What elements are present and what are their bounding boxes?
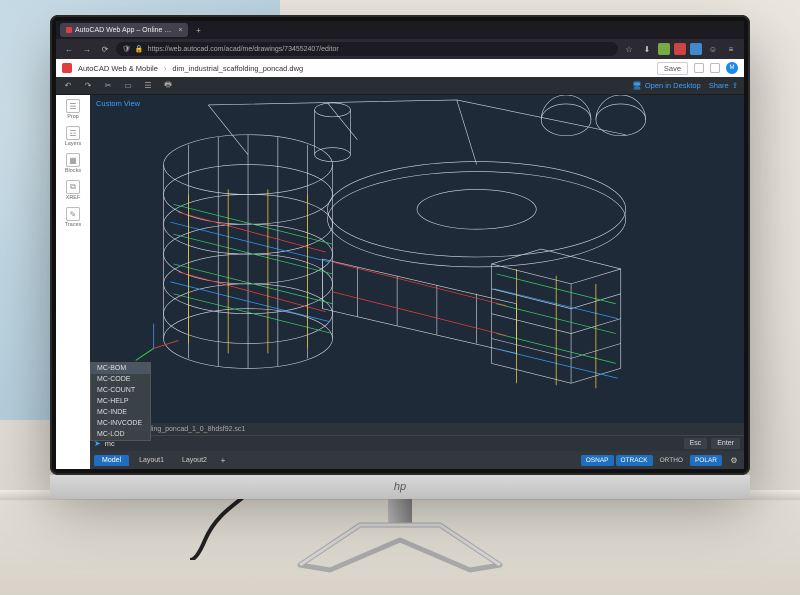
hamburger-menu-icon[interactable]: ≡ (724, 42, 738, 56)
extension-icon[interactable] (674, 43, 686, 55)
sidebar-item-prop[interactable]: ☰Prop (59, 99, 87, 120)
reload-button[interactable]: ⟳ (98, 42, 112, 56)
command-input[interactable] (105, 439, 680, 448)
monitor-bezel-logo: hp (50, 475, 750, 499)
bottom-bar: Model Layout1 Layout2 + OSNAP OTRACK ORT… (90, 451, 744, 469)
desktop-icon: 🖥 (632, 81, 642, 90)
extension-icon[interactable] (658, 43, 670, 55)
close-tab-icon[interactable]: × (178, 27, 182, 34)
properties-icon: ☰ (66, 99, 80, 113)
command-line: ➤ Esc Enter (90, 435, 744, 451)
toggle-otrack[interactable]: OTRACK (616, 455, 653, 466)
undo-icon[interactable]: ↶ (62, 80, 74, 92)
app-toolbar: ↶ ↷ ✂ ▭ ☰ 🖶 🖥 Open in Desktop Share ⇪ (56, 77, 744, 95)
browser-tab[interactable]: AutoCAD Web App – Online … × (60, 23, 188, 37)
sidebar-item-blocks[interactable]: ▦Blocks (59, 153, 87, 174)
lock-icon: 🔒 (135, 45, 144, 53)
autocad-logo-icon[interactable] (62, 63, 72, 73)
back-button[interactable]: ← (62, 42, 76, 56)
avatar[interactable]: M (726, 62, 738, 74)
workspace: ☰Prop ☲Layers ▦Blocks ⧉XREF ✎Traces Cust… (56, 95, 744, 469)
extension-icon[interactable] (690, 43, 702, 55)
traces-icon: ✎ (66, 207, 80, 221)
autocomplete-item[interactable]: MC-COUNT (91, 385, 150, 396)
share-link[interactable]: Share ⇪ (709, 81, 738, 90)
forward-button[interactable]: → (80, 42, 94, 56)
print-icon[interactable]: 🖶 (162, 80, 174, 92)
new-tab-button[interactable]: + (192, 24, 204, 36)
layers-icon[interactable]: ☰ (142, 80, 154, 92)
cut-icon[interactable]: ✂ (102, 80, 114, 92)
autocomplete-item[interactable]: MC-HELP (91, 396, 150, 407)
browser-tabstrip: AutoCAD Web App – Online … × + (56, 21, 744, 39)
autocad-favicon (66, 27, 72, 33)
autocomplete-item[interactable]: MC-INVCODE (91, 418, 150, 429)
share-icon: ⇪ (732, 81, 738, 90)
canvas[interactable] (90, 95, 744, 423)
sidebar-item-layers[interactable]: ☲Layers (59, 126, 87, 147)
layout-tab[interactable]: Layout2 (174, 455, 215, 466)
url-text: https://web.autocad.com/acad/me/drawings… (148, 46, 339, 53)
account-icon[interactable]: ☺ (706, 42, 720, 56)
app-header: AutoCAD Web & Mobile › dim_industrial_sc… (56, 59, 744, 77)
header-icon[interactable] (694, 63, 704, 73)
xref-icon: ⧉ (66, 180, 80, 194)
command-history-line: industrial_scaffolding_poncad_1_0_8hdsf9… (90, 423, 744, 435)
add-layout-button[interactable]: + (217, 454, 229, 466)
download-icon[interactable]: ⬇ (640, 42, 654, 56)
url-bar[interactable]: 🛡 🔒 https://web.autocad.com/acad/me/draw… (116, 42, 618, 56)
redo-icon[interactable]: ↷ (82, 80, 94, 92)
autocomplete-item[interactable]: MC-BOM (91, 363, 150, 374)
esc-button[interactable]: Esc (684, 438, 708, 449)
drawing-wireframe (90, 95, 744, 423)
layout-tab[interactable]: Layout1 (131, 455, 172, 466)
toggle-polar[interactable]: POLAR (690, 455, 722, 466)
command-autocomplete-popup: MC-BOM MC-CODE MC-COUNT MC-HELP MC-INDE … (90, 362, 151, 441)
toggle-ortho[interactable]: ORTHO (655, 455, 688, 466)
blocks-icon: ▦ (66, 153, 80, 167)
cursor-icon[interactable]: ▭ (122, 80, 134, 92)
settings-gear-icon[interactable]: ⚙ (728, 454, 740, 466)
product-name: AutoCAD Web & Mobile (78, 64, 158, 73)
autocomplete-item[interactable]: MC-LOD (91, 429, 150, 440)
save-button[interactable]: Save (657, 62, 688, 75)
sidebar-item-xref[interactable]: ⧉XREF (59, 180, 87, 201)
header-icon[interactable] (710, 63, 720, 73)
open-in-desktop-link[interactable]: 🖥 Open in Desktop (632, 81, 700, 90)
file-name[interactable]: dim_industrial_scaffolding_poncad.dwg (172, 64, 303, 73)
monitor-stand-base (290, 520, 510, 575)
layout-tab-model[interactable]: Model (94, 455, 129, 466)
bookmark-star-icon[interactable]: ☆ (622, 42, 636, 56)
screen: AutoCAD Web App – Online … × + ← → ⟳ 🛡 🔒… (56, 21, 744, 469)
monitor: AutoCAD Web App – Online … × + ← → ⟳ 🛡 🔒… (50, 15, 750, 475)
left-sidebar: ☰Prop ☲Layers ▦Blocks ⧉XREF ✎Traces (56, 95, 90, 469)
toggle-osnap[interactable]: OSNAP (581, 455, 614, 466)
browser-address-bar: ← → ⟳ 🛡 🔒 https://web.autocad.com/acad/m… (56, 39, 744, 59)
autocomplete-item[interactable]: MC-INDE (91, 407, 150, 418)
layers-icon: ☲ (66, 126, 80, 140)
autocomplete-item[interactable]: MC-CODE (91, 374, 150, 385)
drawing-area[interactable]: Custom View (90, 95, 744, 469)
sidebar-item-traces[interactable]: ✎Traces (59, 207, 87, 228)
tab-title: AutoCAD Web App – Online … (75, 27, 171, 34)
shield-icon: 🛡 (122, 45, 131, 53)
enter-button[interactable]: Enter (711, 438, 740, 449)
breadcrumb-separator: › (164, 64, 167, 73)
